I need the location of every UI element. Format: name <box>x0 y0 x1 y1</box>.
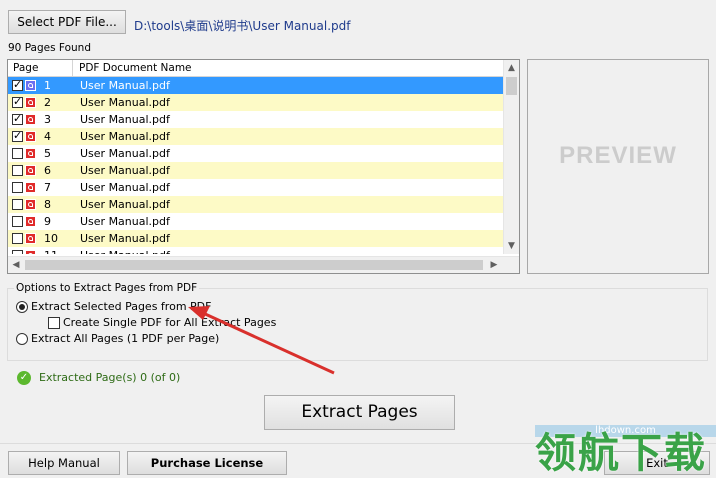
purchase-license-button[interactable]: Purchase License <box>127 451 287 475</box>
watermark: lhdown.com 领航下载 <box>535 425 716 477</box>
check-circle-icon: ✓ <box>17 371 31 385</box>
watermark-text: 领航下载 <box>535 429 707 477</box>
extract-pages-button[interactable]: Extract Pages <box>264 395 455 430</box>
status-text: Extracted Page(s) 0 (of 0) <box>39 371 181 384</box>
help-manual-button[interactable]: Help Manual <box>8 451 120 475</box>
